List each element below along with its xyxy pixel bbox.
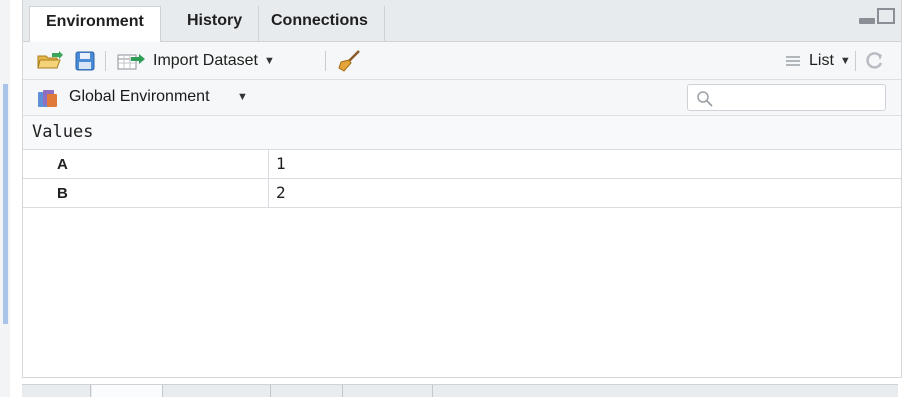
import-dataset-icon: [117, 54, 145, 70]
import-dataset-label: Import Dataset: [153, 52, 258, 69]
lower-pane-tabbar: [22, 384, 898, 397]
save-icon: [75, 51, 95, 71]
search-icon: [697, 91, 713, 107]
tab-divider: [342, 385, 343, 397]
table-row[interactable]: B 2: [23, 179, 901, 208]
environment-selector[interactable]: Global Environment: [69, 88, 210, 106]
table-row[interactable]: A 1: [23, 150, 901, 179]
left-pane-strip: [0, 0, 10, 397]
open-folder-icon: [37, 51, 63, 69]
environment-pane: Environment History Connections Import D…: [22, 0, 902, 378]
values-section-header[interactable]: Values: [23, 116, 901, 150]
tab-divider: [270, 385, 271, 397]
toolbar-separator: [105, 51, 106, 71]
clear-workspace-button[interactable]: [337, 48, 361, 74]
section-title: Values: [32, 122, 94, 142]
tab-lower-active[interactable]: [92, 385, 162, 397]
column-divider: [268, 179, 269, 208]
tab-history[interactable]: History: [171, 6, 260, 42]
tab-connections[interactable]: Connections: [255, 6, 385, 42]
maximize-pane-button[interactable]: [877, 8, 895, 24]
environment-selector-bar: Global Environment ▼: [23, 80, 901, 116]
pane-tabbar: Environment History Connections: [23, 0, 901, 43]
view-mode-button[interactable]: List ▼: [785, 48, 851, 74]
refresh-button[interactable]: [863, 48, 885, 74]
broom-icon: [338, 50, 360, 72]
variable-name: B: [57, 185, 68, 202]
environment-toolbar: Import Dataset ▼ List ▼: [23, 42, 901, 80]
save-workspace-button[interactable]: [75, 48, 95, 74]
chevron-down-icon[interactable]: ▼: [237, 91, 248, 103]
environment-icon: [38, 90, 57, 107]
chevron-down-icon: ▼: [839, 55, 851, 67]
column-divider: [268, 150, 269, 179]
load-workspace-button[interactable]: [37, 48, 63, 74]
view-mode-label: List: [809, 52, 834, 69]
variable-name: A: [57, 156, 68, 173]
search-input[interactable]: [687, 84, 886, 111]
chevron-down-icon: ▼: [263, 55, 275, 67]
refresh-icon: [866, 52, 883, 69]
variable-value: 2: [276, 183, 286, 202]
tab-environment[interactable]: Environment: [29, 6, 161, 43]
tab-divider: [432, 385, 433, 397]
minimize-pane-button[interactable]: [859, 18, 875, 24]
list-icon: [786, 56, 800, 66]
toolbar-separator: [855, 51, 856, 71]
tab-divider: [90, 385, 91, 397]
tab-divider: [162, 385, 163, 397]
pane-splitter-accent[interactable]: [3, 84, 8, 324]
toolbar-separator: [325, 51, 326, 71]
variable-value: 1: [276, 154, 286, 173]
import-dataset-button[interactable]: Import Dataset ▼: [117, 48, 275, 74]
